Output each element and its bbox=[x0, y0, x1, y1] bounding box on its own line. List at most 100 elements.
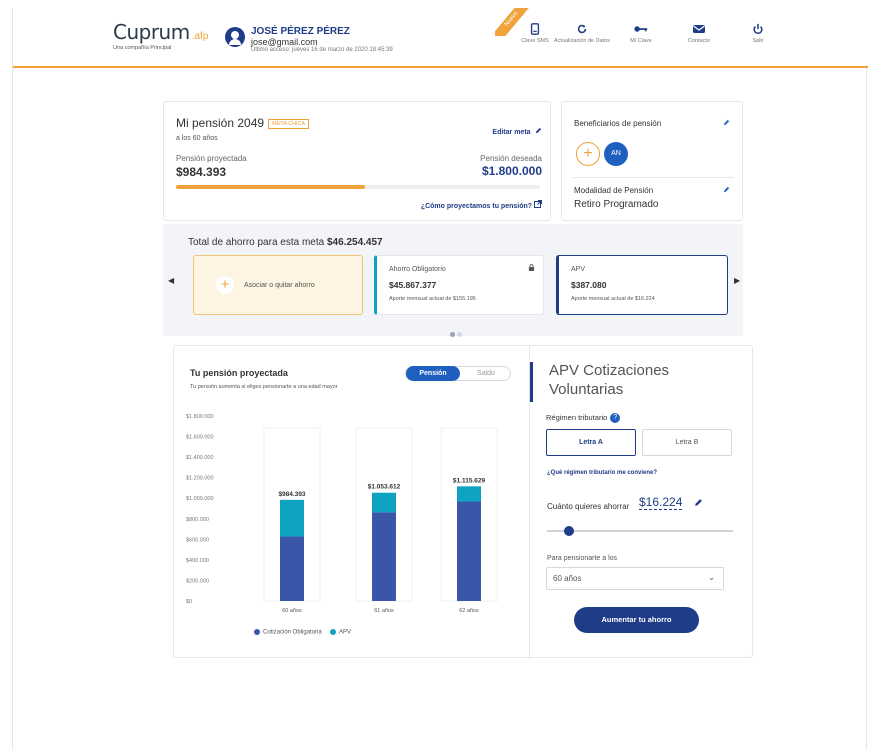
amount-value[interactable]: $16.224 bbox=[639, 495, 683, 510]
pencil-icon bbox=[535, 127, 542, 134]
savings-monthly: Aporte mensual actual de $155.195 bbox=[389, 296, 476, 302]
how-we-project-link[interactable]: ¿Cómo proyectamos tu pensión? bbox=[421, 200, 542, 210]
nav-actualizacion-datos[interactable]: Actualización de Datos bbox=[552, 8, 612, 66]
y-tick-label: $1.200.000 bbox=[186, 476, 214, 482]
y-tick-label: $1.400.000 bbox=[186, 455, 214, 461]
last-access: Último acceso: jueves 16 de marzo de 202… bbox=[251, 47, 393, 53]
add-remove-savings-card[interactable]: + Asociar o quitar ahorro bbox=[193, 255, 363, 315]
carousel-dot[interactable] bbox=[457, 332, 462, 337]
beneficiaries-title: Beneficiarios de pensión bbox=[574, 119, 662, 128]
key-icon bbox=[634, 26, 648, 32]
pencil-icon[interactable] bbox=[694, 498, 703, 507]
projection-subtitle: Tu pensión aumenta si eliges pensionarte… bbox=[190, 384, 338, 390]
projected-pension-value: $984.393 bbox=[176, 165, 227, 179]
letra-b-button[interactable]: Letra B bbox=[642, 429, 732, 456]
amount-slider[interactable] bbox=[547, 526, 733, 536]
desired-pension-value: $1.800.000 bbox=[481, 164, 542, 178]
which-regime-link[interactable]: ¿Qué régimen tributario me conviene? bbox=[547, 470, 657, 476]
nav-contacto[interactable]: Contacto bbox=[669, 8, 729, 66]
refresh-icon bbox=[577, 24, 587, 34]
apv-savings-card[interactable]: APV $387.080 Aporte mensual actual de $1… bbox=[556, 255, 728, 315]
legend-dot-obligatoria bbox=[254, 629, 260, 635]
projection-card: Tu pensión proyectada Tu pensión aumenta… bbox=[173, 345, 753, 659]
bar-data-label: $1.115.629 bbox=[453, 477, 486, 484]
retire-age-value: 60 años bbox=[553, 574, 582, 583]
retirement-age: a los 60 años bbox=[176, 135, 218, 142]
divider bbox=[572, 177, 734, 178]
retire-age-label: Para pensionarte a los bbox=[547, 555, 618, 562]
chevron-down-icon: ⌄ bbox=[708, 573, 715, 582]
toggle-pension[interactable]: Pensión bbox=[406, 366, 460, 381]
carousel-next-arrow[interactable]: ▶ bbox=[734, 276, 740, 285]
projection-title: Tu pensión proyectada bbox=[190, 368, 288, 378]
slider-handle[interactable] bbox=[564, 526, 575, 536]
edit-modality-icon[interactable] bbox=[723, 186, 730, 193]
y-tick-label: $1.000.000 bbox=[186, 496, 214, 502]
x-tick-label: 60 años bbox=[282, 608, 302, 614]
pension-progress-bar bbox=[176, 185, 540, 189]
savings-name: Ahorro Obligatorio bbox=[389, 266, 446, 273]
header: Cuprum .afp Una compañía Principal JOSÉ P… bbox=[13, 8, 868, 68]
bar-data-label: $984.393 bbox=[278, 491, 305, 498]
carousel-prev-arrow[interactable]: ◀ bbox=[168, 276, 174, 285]
legend-apv: APV bbox=[339, 629, 352, 636]
y-tick-label: $200.000 bbox=[186, 578, 209, 584]
add-remove-savings-label: Asociar o quitar ahorro bbox=[244, 282, 315, 289]
toggle-saldo[interactable]: Saldo bbox=[460, 367, 512, 380]
nav-label: Actualización de Datos bbox=[554, 38, 610, 44]
legend-dot-apv bbox=[330, 629, 337, 635]
y-tick-label: $400.000 bbox=[186, 558, 209, 564]
tax-regime-label: Régimen tributario? bbox=[546, 413, 621, 424]
apv-accent-bar bbox=[530, 362, 533, 402]
user-info: JOSÉ PÉREZ PÉREZ jose@gmail.com Último a… bbox=[251, 26, 393, 53]
x-tick-label: 62 años bbox=[459, 608, 479, 614]
edit-goal-label: Editar meta bbox=[492, 129, 531, 136]
letra-a-button[interactable]: Letra A bbox=[546, 429, 636, 456]
savings-monthly: Aporte mensual actual de $16.224 bbox=[571, 296, 655, 302]
plus-icon: + bbox=[216, 276, 234, 294]
pension-saldo-toggle[interactable]: Pensión Saldo bbox=[405, 366, 511, 381]
lock-icon bbox=[528, 264, 535, 271]
y-tick-label: $1.600.000 bbox=[186, 435, 214, 441]
add-beneficiary-button[interactable]: + bbox=[576, 142, 600, 166]
nav-salir[interactable]: Salir bbox=[728, 8, 788, 66]
edit-beneficiaries-icon[interactable] bbox=[723, 119, 730, 126]
bar-obligatoria bbox=[457, 501, 481, 601]
beneficiary-avatar[interactable]: AN bbox=[604, 142, 628, 166]
desired-pension-label: Pensión deseada bbox=[480, 154, 542, 163]
savings-name: APV bbox=[571, 266, 586, 273]
retire-age-select[interactable]: 60 años ⌄ bbox=[546, 567, 724, 590]
logo-text: Cuprum bbox=[113, 20, 190, 44]
total-savings-value: $46.254.457 bbox=[326, 237, 383, 248]
how-we-project-label: ¿Cómo proyectamos tu pensión? bbox=[420, 203, 533, 210]
help-icon[interactable]: ? bbox=[610, 413, 621, 424]
beneficiaries-card: Beneficiarios de pensión + AN Modalidad … bbox=[561, 101, 743, 221]
mandatory-savings-card[interactable]: Ahorro Obligatorio $45.867.377 Aporte me… bbox=[374, 255, 544, 315]
pension-progress-fill bbox=[176, 185, 366, 189]
amount-label: Cuánto quieres ahorrar bbox=[547, 502, 630, 511]
edit-goal-link[interactable]: Editar meta bbox=[492, 121, 542, 139]
pension-title: Mi pensión 2049 bbox=[176, 116, 265, 130]
y-tick-label: $1.800.000 bbox=[186, 414, 214, 420]
pension-goal-card: Mi pensión 2049 META CHICA a los 60 años… bbox=[163, 101, 551, 221]
savings-value: $45.867.377 bbox=[389, 280, 437, 290]
mail-icon bbox=[693, 25, 705, 33]
goal-tag: META CHICA bbox=[268, 119, 310, 129]
cuprum-logo[interactable]: Cuprum .afp Una compañía Principal bbox=[113, 20, 208, 51]
phone-icon bbox=[530, 23, 540, 35]
apv-title: APV Cotizaciones Voluntarias bbox=[549, 362, 670, 398]
bar-obligatoria bbox=[280, 536, 304, 601]
page: Cuprum .afp Una compañía Principal JOSÉ P… bbox=[12, 8, 868, 750]
savings-value: $387.080 bbox=[571, 280, 607, 290]
bar-data-label: $1.053.612 bbox=[368, 484, 401, 491]
carousel-dot-active[interactable] bbox=[450, 332, 455, 337]
external-link-icon bbox=[534, 200, 542, 208]
nav-label: Salir bbox=[752, 38, 764, 44]
increase-savings-button[interactable]: Aumentar tu ahorro bbox=[574, 607, 699, 633]
projected-pension-label: Pensión proyectada bbox=[176, 154, 247, 163]
y-tick-label: $600.000 bbox=[186, 537, 209, 543]
logo-tagline: Una compañía Principal bbox=[113, 45, 172, 51]
user-name: JOSÉ PÉREZ PÉREZ bbox=[251, 26, 350, 37]
nav-mi-clave[interactable]: Mi Clave bbox=[611, 8, 671, 66]
carousel-dots bbox=[450, 324, 464, 342]
